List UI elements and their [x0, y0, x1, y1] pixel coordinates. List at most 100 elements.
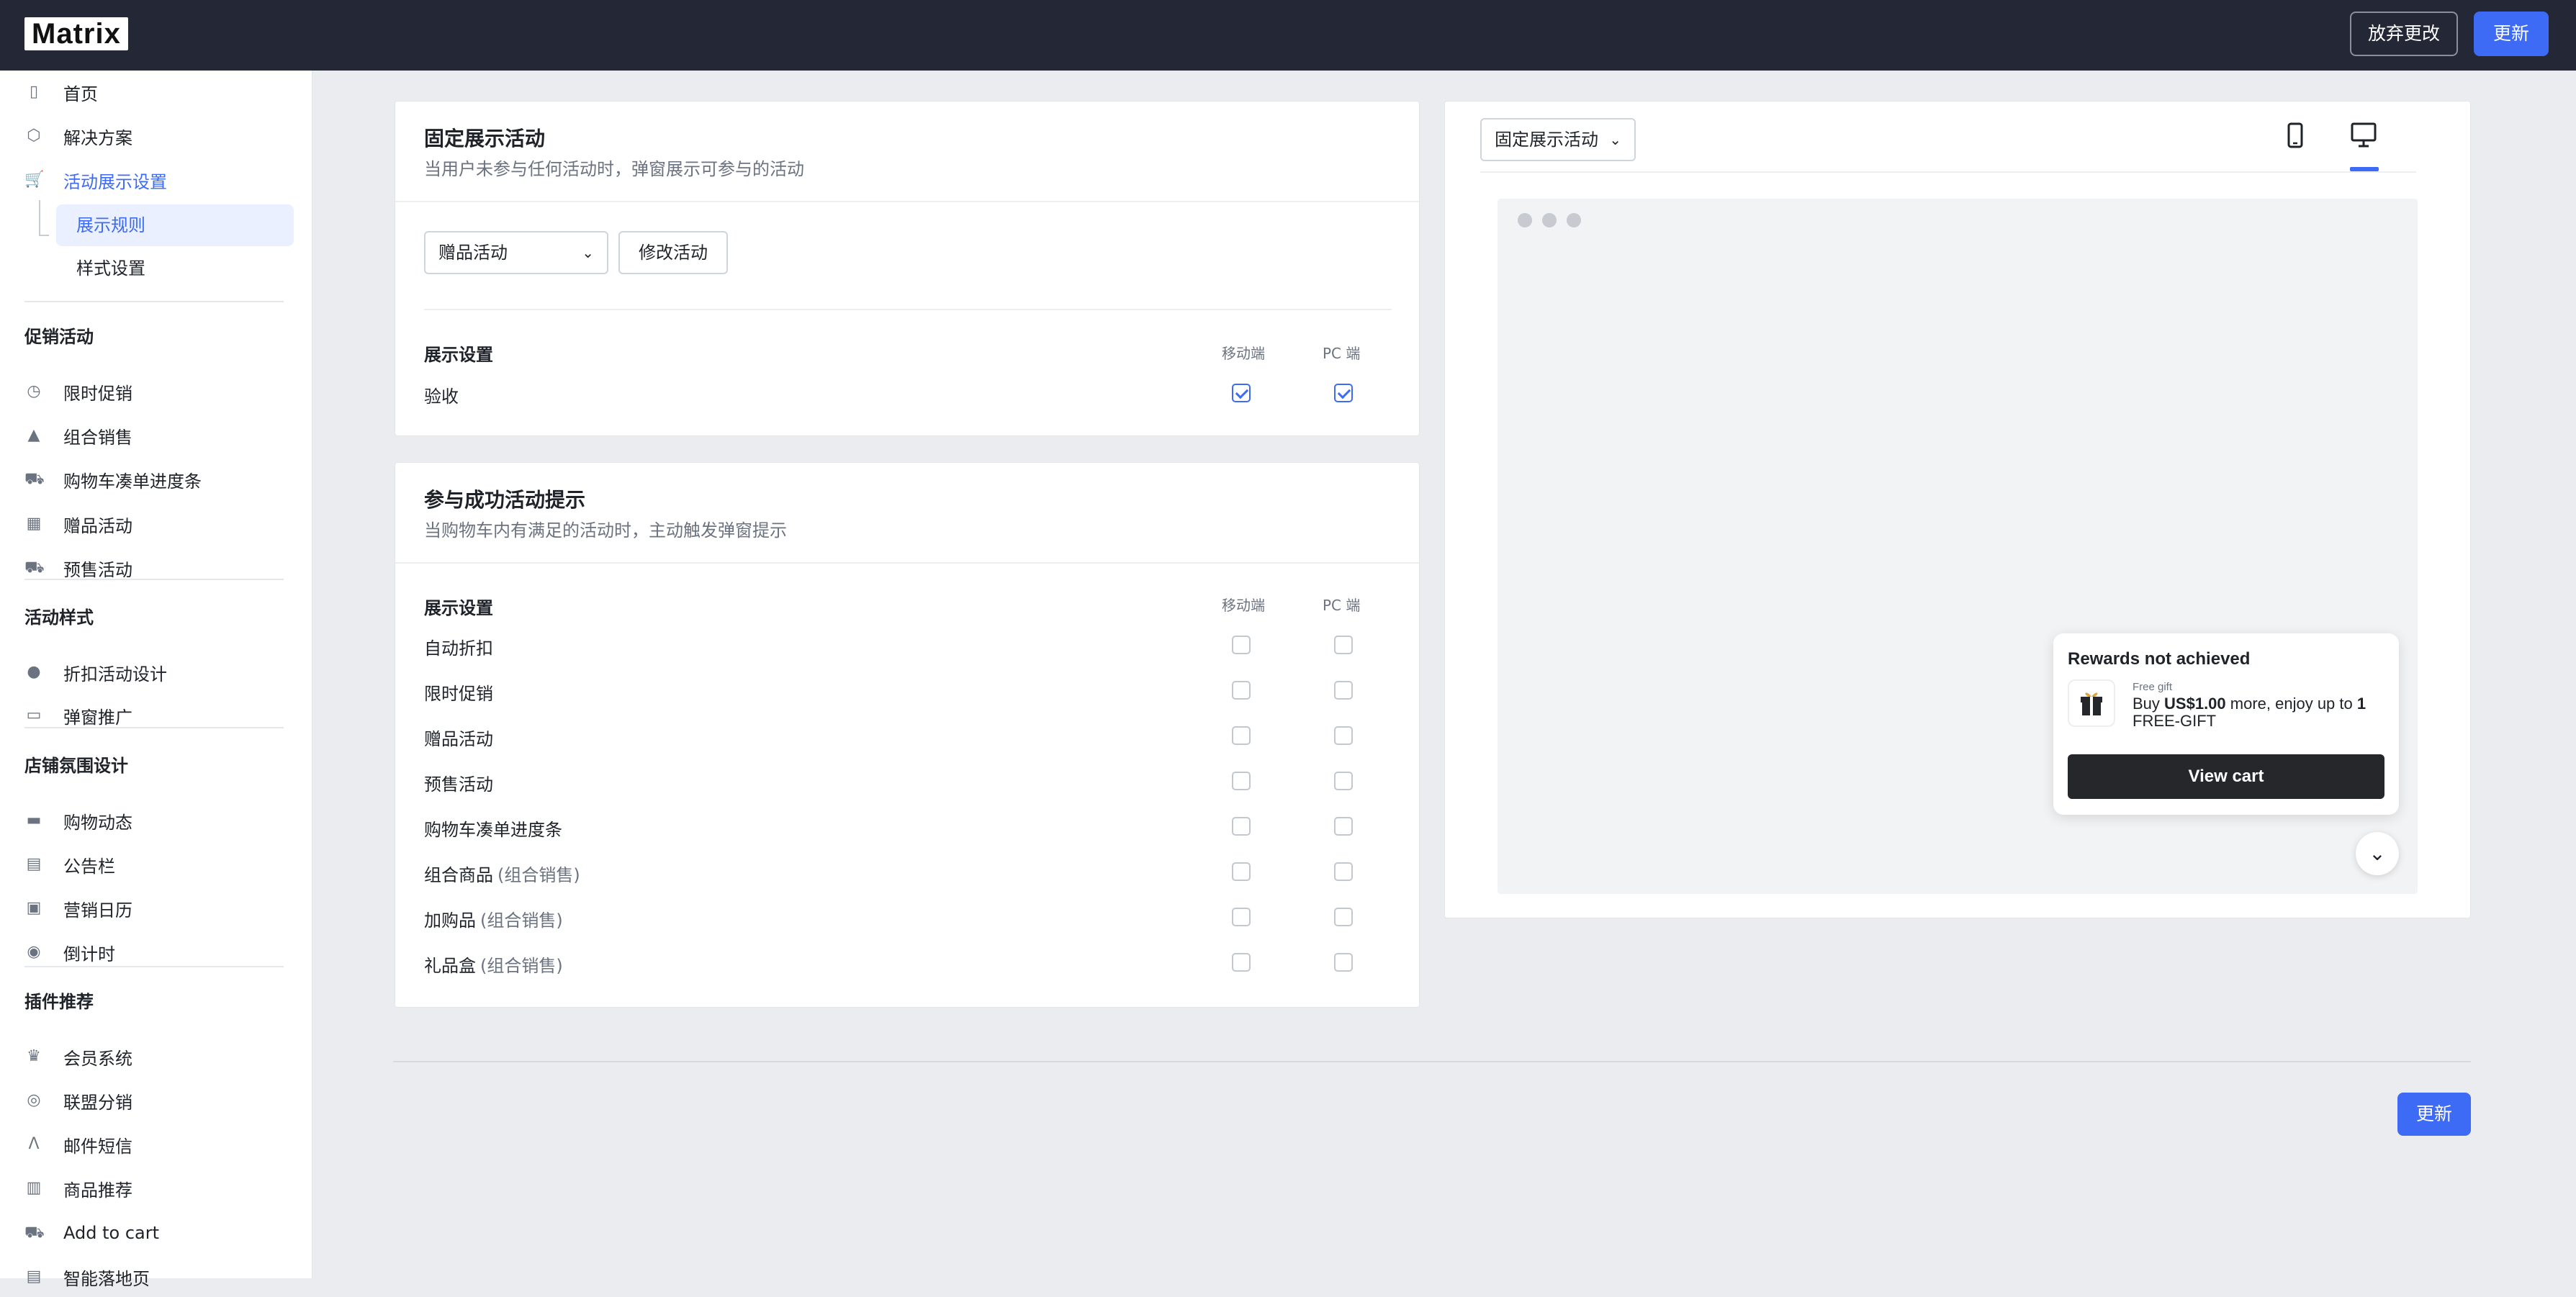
- affiliate-icon: ◎: [27, 1091, 41, 1109]
- update-button-bottom[interactable]: 更新: [2397, 1093, 2471, 1136]
- column-pc: PC 端: [1323, 345, 1361, 362]
- checkbox-pc[interactable]: [1334, 772, 1353, 790]
- checkbox-pc[interactable]: [1334, 726, 1353, 745]
- sidebar-divider: [24, 579, 284, 580]
- window-dot: [1542, 213, 1557, 227]
- sidebar-item[interactable]: ◷ 限时促销: [0, 371, 312, 412]
- sidebar-subitem[interactable]: 样式设置: [56, 248, 294, 289]
- row-label: 自动折扣: [424, 634, 493, 659]
- checkbox-pc[interactable]: [1334, 681, 1353, 700]
- tree-line: [39, 235, 49, 236]
- modify-activity-button[interactable]: 修改活动: [618, 231, 728, 274]
- sidebar-item[interactable]: ▦ 赠品活动: [0, 504, 312, 544]
- sidebar-item[interactable]: ⛟ Add to cart: [0, 1213, 312, 1253]
- sidebar-item[interactable]: ♛ 会员系统: [0, 1036, 312, 1077]
- view-cart-button[interactable]: View cart: [2068, 754, 2384, 799]
- sidebar-item-label: 解决方案: [63, 127, 132, 148]
- chevron-down-icon: ⌄: [1609, 131, 1621, 148]
- sidebar-item[interactable]: ▤ 公告栏: [0, 844, 312, 885]
- sidebar-divider: [24, 301, 284, 302]
- checkbox-mobile[interactable]: [1232, 636, 1251, 654]
- recommend-icon: ▥: [26, 1179, 42, 1197]
- tab-desktop[interactable]: [2341, 115, 2384, 158]
- offer-quantity: 1: [2356, 695, 2366, 713]
- checkbox-pc[interactable]: [1334, 862, 1353, 881]
- offer-prefix: Buy: [2133, 695, 2165, 713]
- sidebar-item-label: 赠品活动: [63, 515, 132, 536]
- checkbox-pc[interactable]: [1334, 384, 1353, 402]
- mobile-icon: [2287, 122, 2303, 148]
- divider: [395, 562, 1419, 564]
- row-label: 限时促销: [424, 679, 493, 705]
- active-tab-indicator: [2350, 167, 2379, 171]
- sidebar-item[interactable]: ▭ 弹窗推广: [0, 695, 312, 736]
- update-button-top[interactable]: 更新: [2474, 12, 2549, 56]
- checkbox-pc[interactable]: [1334, 953, 1353, 972]
- presale-icon: ⛟: [24, 559, 45, 577]
- checkbox-mobile[interactable]: [1232, 953, 1251, 972]
- footer-divider: [393, 1061, 2471, 1062]
- offer-text: Buy US$1.00 more, enjoy up to 1 FREE-GIFT: [2133, 695, 2384, 730]
- sidebar-item-label: 预售活动: [63, 559, 132, 580]
- sidebar-item[interactable]: ⬡ 解决方案: [0, 116, 312, 156]
- sidebar-item-label: 倒计时: [63, 944, 115, 964]
- divider: [395, 201, 1419, 202]
- row-label-text: 购物车凑单进度条: [424, 820, 562, 840]
- sidebar-item[interactable]: ▥ 商品推荐: [0, 1168, 312, 1208]
- discard-changes-button[interactable]: 放弃更改: [2350, 12, 2458, 56]
- sidebar-item[interactable]: ▤ 智能落地页: [0, 1257, 312, 1297]
- checkbox-mobile[interactable]: [1232, 772, 1251, 790]
- sidebar-group-title: 插件推荐: [24, 992, 94, 1012]
- checkbox-mobile[interactable]: [1232, 817, 1251, 836]
- preview-select[interactable]: 固定展示活动 ⌄: [1480, 118, 1636, 161]
- sidebar-subitem[interactable]: 展示规则: [56, 204, 294, 246]
- column-mobile: 移动端: [1222, 345, 1265, 362]
- activity-select[interactable]: 赠品活动 ⌄: [424, 231, 608, 274]
- checkbox-pc[interactable]: [1334, 817, 1353, 836]
- sidebar-item[interactable]: ▬ 购物动态: [0, 800, 312, 841]
- tab-mobile[interactable]: [2274, 115, 2317, 158]
- sidebar-item[interactable]: ⛟ 购物车凑单进度条: [0, 459, 312, 500]
- collapse-popup-button[interactable]: ⌄: [2356, 832, 2399, 875]
- sidebar-item-label: 活动展示设置: [63, 171, 167, 192]
- card-title: 固定展示活动: [424, 127, 546, 150]
- bundle-icon: ▲: [27, 426, 40, 444]
- window-dot: [1567, 213, 1581, 227]
- checkbox-pc[interactable]: [1334, 908, 1353, 926]
- sidebar-divider: [24, 727, 284, 728]
- sidebar-group-title: 促销活动: [24, 327, 94, 347]
- sidebar-item[interactable]: ◎ 联盟分销: [0, 1080, 312, 1121]
- sidebar-item[interactable]: Ʌ 邮件短信: [0, 1124, 312, 1165]
- dashboard-icon: ▯: [29, 83, 39, 101]
- checkbox-mobile[interactable]: [1232, 681, 1251, 700]
- sidebar-item[interactable]: ⛟ 预售活动: [0, 548, 312, 588]
- sidebar-item[interactable]: ● 折扣活动设计: [0, 652, 312, 692]
- checkbox-mobile[interactable]: [1232, 908, 1251, 926]
- sidebar-item-label: 会员系统: [63, 1048, 132, 1069]
- checkbox-mobile[interactable]: [1232, 862, 1251, 881]
- checkbox-mobile[interactable]: [1232, 726, 1251, 745]
- checkbox-pc[interactable]: [1334, 636, 1353, 654]
- sidebar-item[interactable]: ▯ 首页: [0, 72, 312, 112]
- box-icon: ⬡: [27, 127, 41, 145]
- matrix-logo[interactable]: Matrix: [24, 17, 128, 50]
- chevron-down-icon: ⌄: [2369, 841, 2386, 865]
- sidebar-item-label: 弹窗推广: [63, 707, 132, 728]
- sidebar: ▯ 首页 ⬡ 解决方案 🛒 活动展示设置 展示规则 样式设置促销活动 ◷ 限时促销 ▲ 组合销售 ⛟ 购物…: [0, 71, 312, 1289]
- row-label: 购物车凑单进度条: [424, 815, 562, 841]
- gift-icon: ▦: [26, 515, 42, 533]
- sidebar-item-label: 邮件短信: [63, 1136, 132, 1157]
- checkbox-mobile[interactable]: [1232, 384, 1251, 402]
- sidebar-item[interactable]: 🛒 活动展示设置: [0, 160, 312, 200]
- add-cart-icon: ⛟: [24, 1224, 45, 1242]
- row-label: 验收: [424, 387, 459, 407]
- row-label-text: 限时促销: [424, 684, 493, 704]
- sidebar-item-label: 营销日历: [63, 900, 132, 921]
- sidebar-item[interactable]: ▣ 营销日历: [0, 888, 312, 928]
- window-dot: [1518, 213, 1532, 227]
- gift-icon: [2068, 679, 2115, 727]
- offer-middle: more, enjoy up to: [2225, 695, 2357, 713]
- row-label-text: 预售活动: [424, 774, 493, 795]
- sidebar-item[interactable]: ▲ 组合销售: [0, 415, 312, 456]
- activity-select-value: 赠品活动: [438, 243, 508, 263]
